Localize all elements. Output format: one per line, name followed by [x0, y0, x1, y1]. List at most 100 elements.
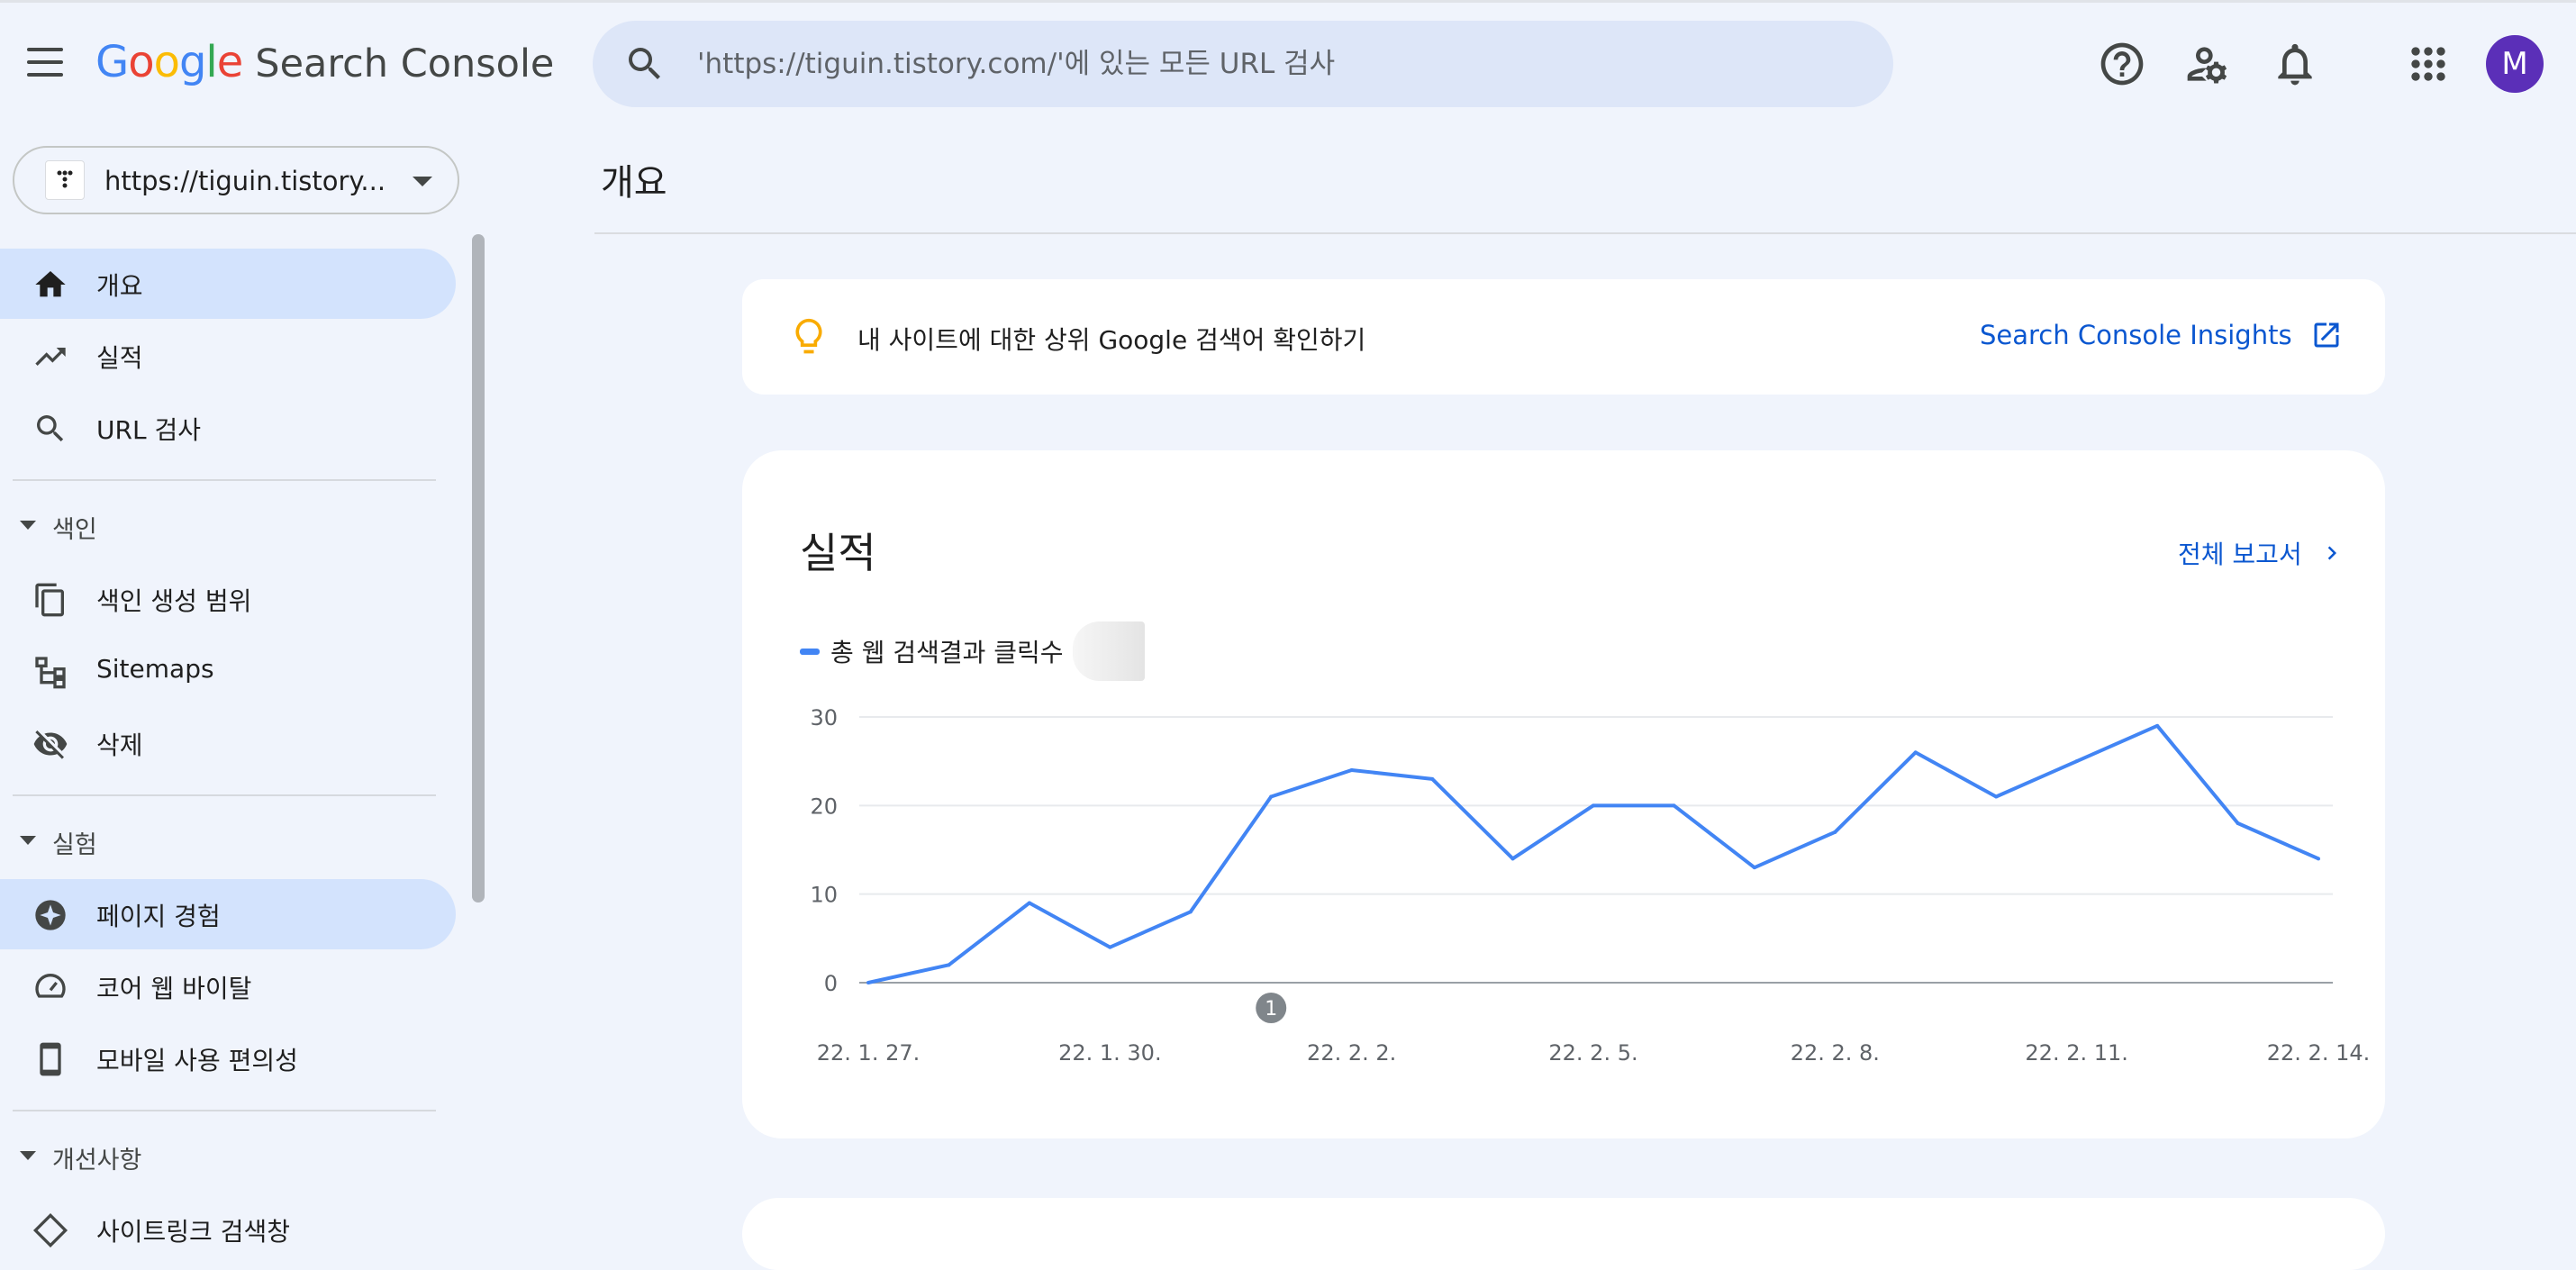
- section-enhancements-header[interactable]: 개선사항: [0, 1129, 456, 1184]
- sidebar-item-label: 사이트링크 검색창: [96, 1217, 290, 1247]
- x-tick-label: 22. 2. 8.: [1791, 1040, 1880, 1066]
- data-point: [2074, 759, 2079, 764]
- chevron-down-icon: [413, 177, 432, 186]
- annotation-label: 1: [1265, 998, 1277, 1021]
- performance-card: 실적 전체 보고서 총 웹 검색결과 클릭수 0 10 20 30 22. 1. 27.…: [742, 450, 2385, 1138]
- data-point: [2155, 723, 2160, 728]
- data-point: [1188, 910, 1193, 914]
- y-tick-label: 30: [810, 705, 838, 730]
- search-icon: [37, 415, 64, 442]
- data-point: [1510, 857, 1515, 861]
- x-tick-label: 22. 2. 5.: [1548, 1040, 1637, 1066]
- collapse-arrow-icon: [20, 836, 36, 845]
- url-inspection-search[interactable]: [593, 21, 1893, 107]
- x-tick-label: 22. 2. 2.: [1307, 1040, 1396, 1066]
- collapse-arrow-icon: [20, 521, 36, 530]
- page-experience-icon: [35, 900, 66, 930]
- data-point: [2317, 857, 2320, 861]
- open-in-new-icon: [2314, 322, 2339, 348]
- x-tick-label: 22. 1. 27.: [817, 1040, 921, 1066]
- main-menu-icon[interactable]: [27, 48, 63, 77]
- logo-letter: G: [95, 37, 129, 87]
- eye-off-icon: [33, 730, 68, 759]
- data-point: [947, 963, 951, 967]
- mobile-icon: [40, 1042, 61, 1076]
- data-point: [1027, 901, 1031, 905]
- sidebar-item-label: 개요: [96, 271, 143, 301]
- x-tick-label: 22. 1. 30.: [1058, 1040, 1162, 1066]
- data-point: [1994, 794, 1999, 799]
- account-avatar[interactable]: M: [2486, 35, 2544, 93]
- copy-pages-icon: [35, 583, 64, 617]
- sidebar-item-label: 색인 생성 범위: [96, 586, 252, 616]
- sidebar-item-removals[interactable]: 삭제: [0, 708, 456, 778]
- data-point: [2236, 821, 2240, 825]
- apps-grid-icon[interactable]: [2403, 39, 2454, 89]
- logo-letter: o: [128, 37, 154, 87]
- sidebar-item-page-experience[interactable]: 페이지 경험: [0, 879, 456, 949]
- page-title: 개요: [601, 162, 667, 204]
- sidebar: https://tiguin.tistory... 개요 실적 URL 검사 색…: [0, 126, 486, 1248]
- data-point: [1269, 794, 1274, 799]
- section-label: 개선사항: [52, 1147, 142, 1175]
- search-icon[interactable]: [623, 42, 667, 86]
- google-wordmark: Google: [95, 37, 244, 87]
- sitemap-icon: [35, 657, 66, 689]
- data-point: [1833, 830, 1837, 834]
- trending-up-icon: [35, 348, 66, 366]
- section-label: 색인: [52, 516, 97, 544]
- collapse-arrow-icon: [20, 1151, 36, 1160]
- data-point: [1349, 768, 1354, 772]
- sidebar-item-label: 모바일 사용 편의성: [96, 1046, 298, 1075]
- next-card: [742, 1198, 2385, 1270]
- data-point: [1752, 866, 1756, 870]
- search-console-logo[interactable]: Google Search Console: [95, 37, 554, 91]
- sidebar-item-core-web-vitals[interactable]: 코어 웹 바이탈: [0, 951, 456, 1021]
- sidebar-item-label: Sitemaps: [96, 654, 214, 684]
- logo-letter: e: [216, 37, 244, 87]
- y-tick-label: 20: [810, 794, 838, 819]
- speedometer-icon: [35, 974, 66, 998]
- search-input[interactable]: [695, 41, 1825, 87]
- data-point: [1913, 750, 1918, 755]
- help-icon[interactable]: [2097, 39, 2147, 89]
- logo-letter: l: [205, 37, 217, 87]
- data-point: [866, 981, 870, 984]
- lightbulb-icon: [795, 318, 822, 354]
- logo-letter: o: [153, 37, 180, 87]
- insights-text: 내 사이트에 대한 상위 Google 검색어 확인하기: [857, 325, 1366, 355]
- sidebar-item-performance[interactable]: 실적: [0, 321, 456, 391]
- sidebar-item-label: 페이지 경험: [96, 902, 221, 931]
- title-divider: [594, 232, 2576, 234]
- sidebar-scrollbar[interactable]: [472, 234, 485, 903]
- product-name: Search Console: [255, 41, 555, 86]
- insights-link-label: Search Console Insights: [1980, 320, 2292, 350]
- sidebar-item-sitemaps[interactable]: Sitemaps: [0, 636, 456, 706]
- sidebar-item-label: URL 검사: [96, 415, 201, 445]
- sidebar-divider: [13, 1110, 436, 1111]
- sidebar-item-label: 삭제: [96, 730, 143, 760]
- diamond-icon: [32, 1212, 68, 1248]
- data-point: [1672, 803, 1676, 808]
- property-label: https://tiguin.tistory...: [104, 166, 386, 196]
- notifications-icon[interactable]: [2270, 39, 2320, 89]
- sidebar-item-overview[interactable]: 개요: [0, 249, 456, 319]
- sidebar-divider: [13, 794, 436, 796]
- sidebar-item-label: 실적: [96, 343, 143, 373]
- section-label: 실험: [52, 831, 97, 859]
- section-index-header[interactable]: 색인: [0, 499, 456, 553]
- sidebar-item-label: 코어 웹 바이탈: [96, 974, 252, 1003]
- data-point: [1430, 776, 1435, 781]
- property-selector[interactable]: https://tiguin.tistory...: [13, 146, 459, 214]
- insights-card: 내 사이트에 대한 상위 Google 검색어 확인하기 Search Cons…: [742, 279, 2385, 395]
- sidebar-item-coverage[interactable]: 색인 생성 범위: [0, 564, 456, 634]
- top-app-bar: Google Search Console M: [0, 0, 2576, 126]
- search-console-insights-link[interactable]: Search Console Insights: [1980, 319, 2343, 351]
- logo-letter: g: [178, 37, 206, 87]
- sidebar-item-sitelinks-searchbox[interactable]: 사이트링크 검색창: [0, 1194, 456, 1265]
- section-experience-header[interactable]: 실험: [0, 814, 456, 868]
- clicks-line-chart: 0 10 20 30 22. 1. 27. 22. 1. 30. 22. 2. 2. 22. …: [810, 705, 2370, 1066]
- sidebar-item-url-inspection[interactable]: URL 검사: [0, 393, 456, 463]
- sidebar-item-mobile-usability[interactable]: 모바일 사용 편의성: [0, 1023, 456, 1093]
- user-settings-icon[interactable]: [2183, 39, 2234, 89]
